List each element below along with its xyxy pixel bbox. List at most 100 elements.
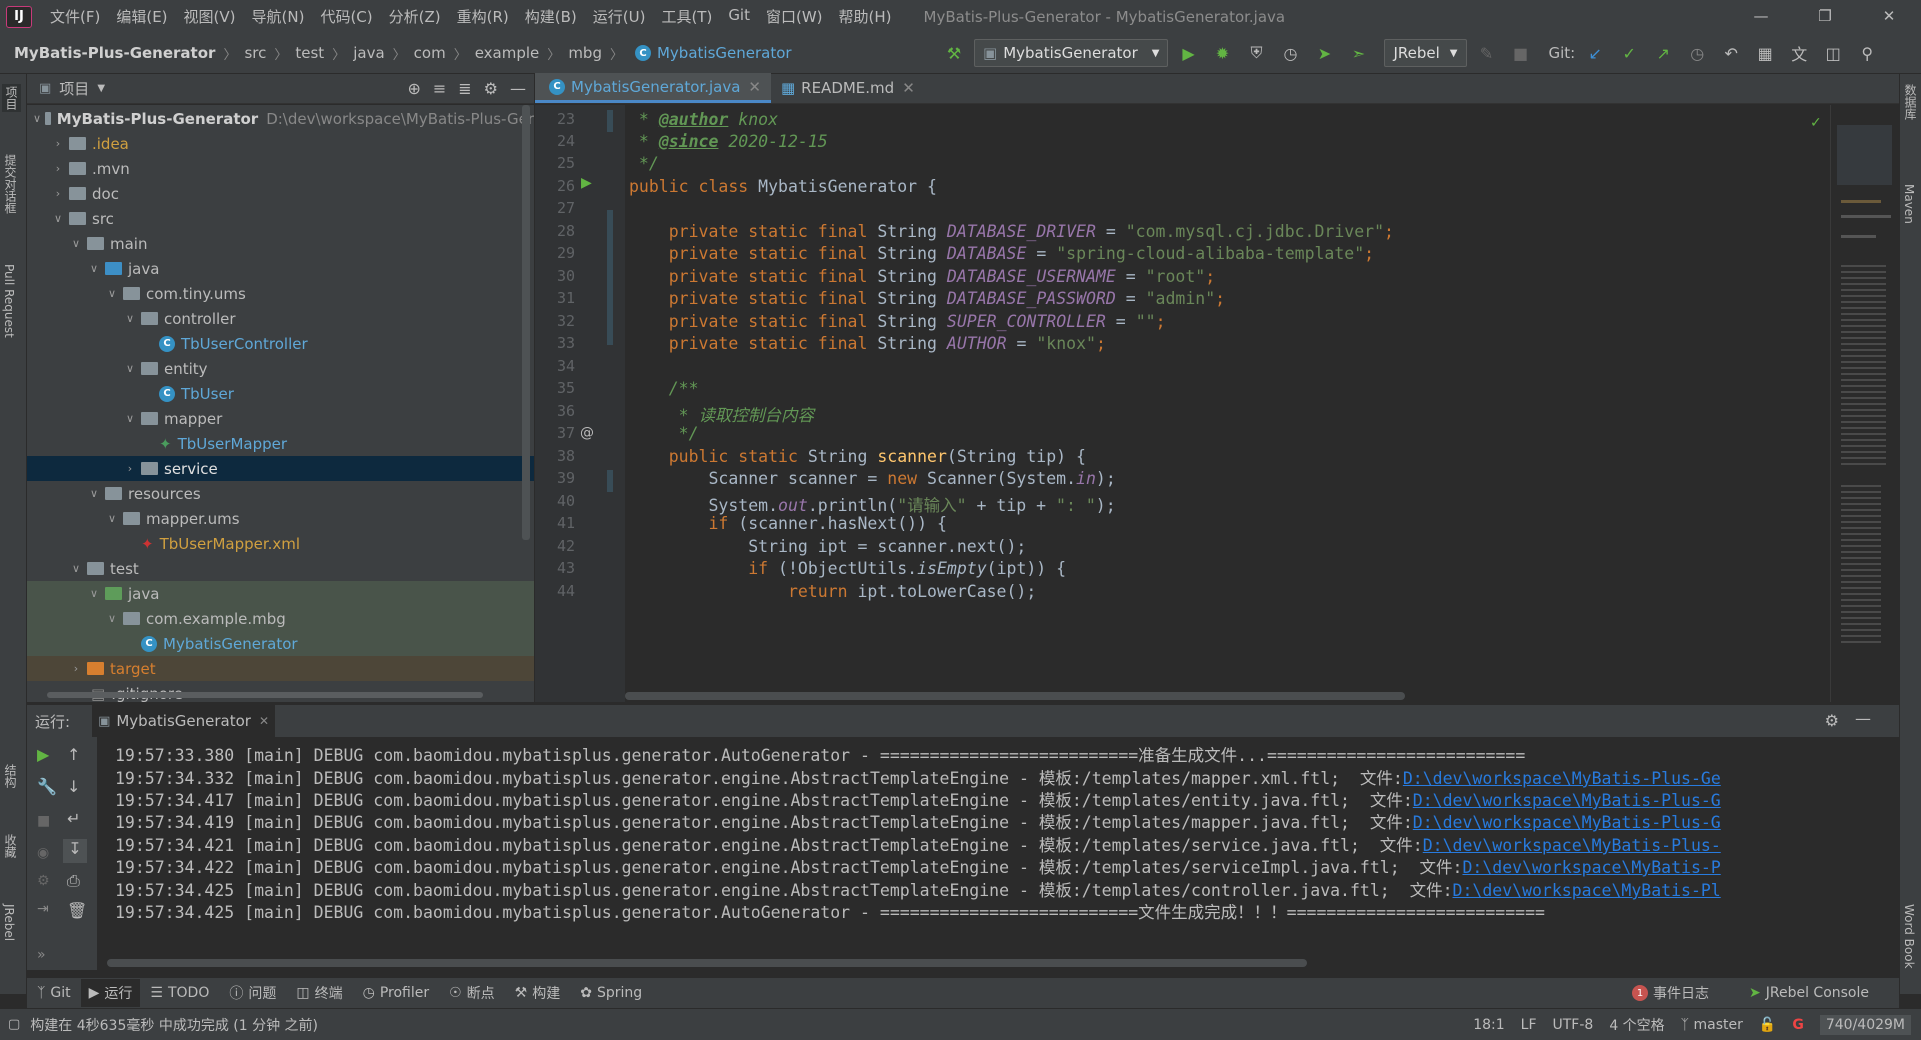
- maven-tool-tab[interactable]: Maven: [1902, 184, 1916, 224]
- tab-run[interactable]: ▶ 运行: [80, 979, 141, 1007]
- lock-icon[interactable]: 🔓: [1759, 1017, 1776, 1033]
- crumb-project[interactable]: MyBatis-Plus-Generator: [14, 44, 215, 62]
- console-link[interactable]: D:\dev\workspace\MyBatis-P: [1462, 858, 1720, 877]
- code-editor[interactable]: * @author knox * @since 2020-12-15 */ pu…: [625, 105, 1825, 702]
- scroll-down-icon[interactable]: ↓: [67, 777, 80, 796]
- console-link[interactable]: D:\dev\workspace\MyBatis-Plus-: [1423, 836, 1721, 855]
- close-icon[interactable]: ✕: [1857, 0, 1921, 33]
- tree-item[interactable]: ∨ controller: [27, 306, 534, 331]
- inspection-ok-icon[interactable]: ✓: [1810, 115, 1822, 131]
- tree-item[interactable]: ∨ mapper.ums: [27, 506, 534, 531]
- jrebel-console-button[interactable]: ➤ JRebel Console: [1749, 985, 1869, 1001]
- line-separator[interactable]: LF: [1521, 1017, 1537, 1033]
- menu-run[interactable]: 运行(U): [585, 6, 654, 27]
- close-icon[interactable]: ✕: [748, 78, 761, 96]
- override-gutter-icon[interactable]: @: [580, 425, 594, 441]
- rerun-icon[interactable]: ▶: [37, 745, 49, 764]
- rollback-icon[interactable]: ↶: [1717, 39, 1745, 67]
- git-push-icon[interactable]: ↗: [1649, 39, 1677, 67]
- tab-breakpoints[interactable]: ☉ 断点: [449, 983, 495, 1003]
- caret-position[interactable]: 18:1: [1473, 1017, 1504, 1033]
- tree-item[interactable]: ✦ TbUserMapper.xml: [27, 531, 534, 556]
- tab-todo[interactable]: ☰ TODO: [150, 985, 209, 1001]
- console-output[interactable]: 19:57:33.380 [main] DEBUG com.baomidou.m…: [97, 737, 1899, 970]
- crumb-test[interactable]: test: [295, 44, 324, 62]
- tab-readme-md[interactable]: ▦ README.md ✕: [771, 73, 925, 103]
- minimap-viewport[interactable]: [1837, 125, 1892, 185]
- more-icon[interactable]: »: [37, 947, 46, 963]
- console-link[interactable]: D:\dev\workspace\MyBatis-Pl: [1453, 881, 1721, 900]
- tree-item[interactable]: C TbUserController: [27, 331, 534, 356]
- gear-icon[interactable]: ⚙: [484, 79, 498, 98]
- menu-edit[interactable]: 编辑(E): [108, 6, 175, 27]
- close-icon[interactable]: ✕: [259, 714, 269, 728]
- structure-tool-tab[interactable]: 结构: [2, 764, 19, 788]
- menu-navigate[interactable]: 导航(N): [244, 6, 313, 27]
- status-message[interactable]: 构建在 4秒635毫秒 中成功完成 (1 分钟 之前): [30, 1015, 318, 1035]
- pull-request-tool-tab[interactable]: Pull Request: [2, 264, 16, 338]
- chevron-down-icon[interactable]: ▼: [97, 83, 105, 94]
- crumb-src[interactable]: src: [244, 44, 266, 62]
- git-update-icon[interactable]: ↙: [1581, 39, 1609, 67]
- crumb-class[interactable]: MybatisGenerator: [657, 44, 792, 62]
- hide-icon[interactable]: —: [1855, 709, 1871, 728]
- git-commit-icon[interactable]: ✓: [1615, 39, 1643, 67]
- menu-tools[interactable]: 工具(T): [653, 6, 720, 27]
- tab-problems[interactable]: ⓘ 问题: [229, 983, 276, 1003]
- project-structure-icon[interactable]: ▦: [1751, 39, 1779, 67]
- favorites-tool-tab[interactable]: 收藏: [2, 834, 19, 858]
- tree-item[interactable]: ∨ main: [27, 231, 534, 256]
- crumb-com[interactable]: com: [414, 44, 446, 62]
- tree-item[interactable]: › .mvn: [27, 156, 534, 181]
- collapse-all-icon[interactable]: ≣: [458, 79, 471, 98]
- console-link[interactable]: D:\dev\workspace\MyBatis-Plus-Ge: [1403, 769, 1721, 788]
- tree-item[interactable]: ∨ test: [27, 556, 534, 581]
- status-layout-icon[interactable]: ▢: [8, 1017, 20, 1032]
- jrebel-tool-tab[interactable]: JRebel: [2, 904, 16, 941]
- tree-item[interactable]: ∨ com.tiny.ums: [27, 281, 534, 306]
- stop-icon[interactable]: ■: [1507, 39, 1535, 67]
- minimize-icon[interactable]: —: [1729, 0, 1793, 33]
- tree-item[interactable]: › .idea: [27, 131, 534, 156]
- camera-icon[interactable]: ◉: [37, 845, 49, 861]
- tab-git[interactable]: ᛉ Git: [37, 985, 71, 1001]
- settings-icon[interactable]: ⚙: [37, 873, 50, 889]
- horizontal-scrollbar[interactable]: [47, 692, 483, 698]
- jrebel-select[interactable]: JRebel ▼: [1384, 39, 1467, 67]
- menu-refactor[interactable]: 重构(R): [449, 6, 517, 27]
- crumb-example[interactable]: example: [475, 44, 540, 62]
- attach-icon[interactable]: ✎: [1473, 39, 1501, 67]
- google-icon[interactable]: G: [1792, 1017, 1804, 1033]
- tree-item[interactable]: C TbUser: [27, 381, 534, 406]
- crumb-mbg[interactable]: mbg: [568, 44, 602, 62]
- tree-item[interactable]: ∨ java: [27, 581, 534, 606]
- search-icon[interactable]: ⚲: [1853, 39, 1881, 67]
- tab-terminal[interactable]: ◫ 终端: [296, 983, 342, 1003]
- tree-item-selected[interactable]: › service: [27, 456, 534, 481]
- file-encoding[interactable]: UTF-8: [1553, 1017, 1594, 1033]
- commit-tool-tab[interactable]: 提交对话框: [2, 154, 19, 214]
- tab-spring[interactable]: ✿ Spring: [580, 985, 642, 1001]
- menu-view[interactable]: 视图(V): [176, 6, 244, 27]
- scroll-up-icon[interactable]: ↑: [67, 745, 80, 764]
- expand-all-icon[interactable]: ≡: [433, 79, 446, 98]
- run-tab[interactable]: ▣ MybatisGenerator ✕: [92, 704, 275, 738]
- history-icon[interactable]: ◷: [1683, 39, 1711, 67]
- tree-item[interactable]: ∨ java: [27, 256, 534, 281]
- project-panel-title[interactable]: 项目: [59, 78, 89, 99]
- event-log-button[interactable]: 1 事件日志: [1632, 983, 1709, 1003]
- menu-help[interactable]: 帮助(H): [831, 6, 900, 27]
- tree-item[interactable]: C MybatisGenerator: [27, 631, 534, 656]
- memory-indicator[interactable]: 740/4029M: [1819, 1014, 1911, 1035]
- indent-setting[interactable]: 4 个空格: [1609, 1015, 1664, 1035]
- menu-build[interactable]: 构建(B): [517, 6, 585, 27]
- vertical-scrollbar[interactable]: [522, 105, 530, 540]
- soft-wrap-icon[interactable]: ↵: [67, 809, 80, 828]
- project-tool-tab[interactable]: 项目: [2, 84, 21, 112]
- tree-item[interactable]: ∨ mapper: [27, 406, 534, 431]
- coverage-icon[interactable]: ⛨: [1242, 39, 1270, 67]
- gear-icon[interactable]: ⚙: [1825, 711, 1839, 730]
- translate-icon[interactable]: 文: [1785, 39, 1813, 67]
- console-horizontal-scrollbar[interactable]: [107, 959, 1307, 967]
- menu-file[interactable]: 文件(F): [42, 6, 108, 27]
